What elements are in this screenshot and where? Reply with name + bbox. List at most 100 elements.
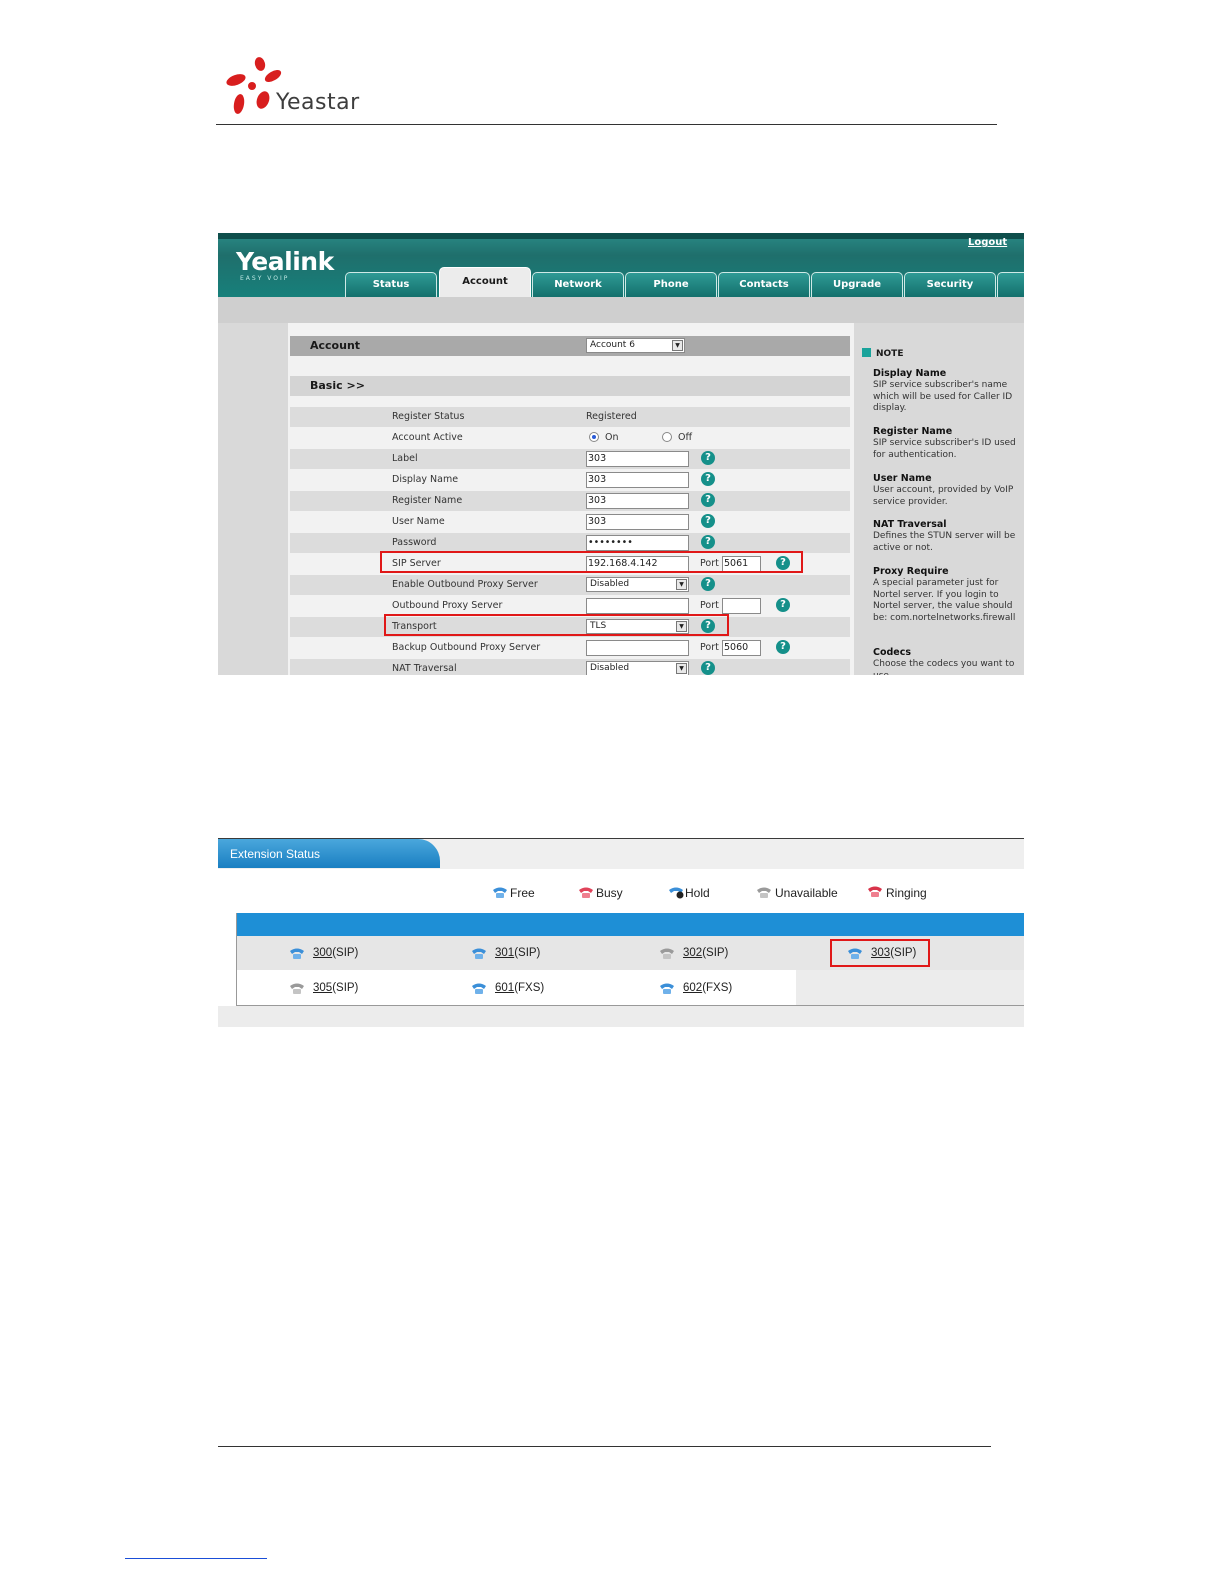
note-body-codecs: Choose the codecs you want to use. [873, 659, 1015, 675]
help-icon[interactable]: ? [701, 661, 715, 675]
note-title-codecs: Codecs [873, 647, 912, 658]
label-input[interactable]: 303 [586, 451, 689, 467]
account-label: Account [310, 339, 361, 352]
register-name-input[interactable]: 303 [586, 493, 689, 509]
note-title-display-name: Display Name [873, 368, 947, 379]
tab-upgrade[interactable]: Upgrade [811, 272, 903, 297]
outbound-proxy-input[interactable] [586, 598, 689, 614]
logout-link[interactable]: Logout [968, 237, 1007, 248]
tab-security[interactable]: Security [904, 272, 996, 297]
basic-section-bar[interactable]: Basic >> [290, 376, 850, 396]
account-active-off-label: Off [678, 432, 693, 443]
account-active-off-radio[interactable] [662, 432, 672, 442]
extension-305[interactable]: 305(SIP) [313, 982, 358, 994]
phone-free-icon [660, 983, 674, 994]
extension-number[interactable]: 301 [495, 947, 514, 959]
note-body-proxy-require: A special parameter just for Nortel serv… [873, 578, 1016, 623]
extension-status-screenshot: Extension Status Free Busy Hold Unavaila… [218, 838, 1024, 1027]
extension-301[interactable]: 301(SIP) [495, 947, 540, 959]
header-rule [216, 124, 997, 125]
backup-outbound-proxy-port-label: Port [700, 642, 719, 653]
subheader-band [218, 297, 1024, 323]
phone-busy-icon [579, 887, 593, 898]
backup-outbound-proxy-input[interactable] [586, 640, 689, 656]
extension-number[interactable]: 302 [683, 947, 702, 959]
row-nat-traversal: NAT Traversal Disabled ▼ ? [290, 659, 850, 675]
footer-rule [218, 1446, 991, 1447]
note-title-nat-traversal: NAT Traversal [873, 519, 947, 530]
extension-602[interactable]: 602(FXS) [683, 982, 732, 994]
tab-phone[interactable]: Phone [625, 272, 717, 297]
display-name-input[interactable]: 303 [586, 472, 689, 488]
row-outbound-proxy: Outbound Proxy Server Port ? [290, 596, 850, 616]
arrow-right-icon [862, 348, 871, 357]
outbound-proxy-label: Outbound Proxy Server [392, 600, 503, 611]
account-select[interactable]: Account 6 ▼ [586, 338, 685, 353]
help-icon[interactable]: ? [701, 451, 715, 465]
help-icon[interactable]: ? [776, 598, 790, 612]
extension-type: (FXS) [702, 982, 733, 994]
password-input[interactable]: •••••••• [586, 535, 689, 551]
help-icon[interactable]: ? [701, 493, 715, 507]
phone-free-icon [472, 948, 486, 959]
nat-traversal-select[interactable]: Disabled ▼ [586, 661, 689, 675]
outbound-proxy-port-input[interactable] [722, 598, 761, 614]
row-account-active: Account Active On Off [290, 428, 850, 448]
note-body-nat-traversal: Defines the STUN server will be active o… [873, 531, 1016, 553]
row-register-name: Register Name 303 ? [290, 491, 850, 511]
extension-302[interactable]: 302(SIP) [683, 947, 728, 959]
note-heading: NOTE [876, 349, 904, 359]
extension-number[interactable]: 601 [495, 982, 514, 994]
yealink-logo: Yealink [236, 247, 334, 276]
help-icon[interactable]: ? [701, 577, 715, 591]
tab-status[interactable]: Status [345, 272, 437, 297]
extension-type: (SIP) [514, 947, 541, 959]
enable-outbound-proxy-select[interactable]: Disabled ▼ [586, 577, 689, 592]
row-register-status: Register Status Registered [290, 407, 850, 427]
account-active-on-label: On [605, 432, 619, 443]
row-password: Password •••••••• ? [290, 533, 850, 553]
extension-type: (FXS) [514, 982, 545, 994]
row-display-name: Display Name 303 ? [290, 470, 850, 490]
extension-303-highlight [830, 939, 930, 967]
enable-outbound-proxy-label: Enable Outbound Proxy Server [392, 579, 538, 590]
extension-number[interactable]: 300 [313, 947, 332, 959]
extension-type: (SIP) [332, 947, 359, 959]
user-name-input[interactable]: 303 [586, 514, 689, 530]
outbound-proxy-port-label: Port [700, 600, 719, 611]
basic-section-label: Basic >> [310, 379, 365, 392]
extension-status-tab[interactable]: Extension Status [218, 839, 440, 868]
extension-number[interactable]: 602 [683, 982, 702, 994]
help-icon[interactable]: ? [776, 640, 790, 654]
tab-contacts[interactable]: Contacts [718, 272, 810, 297]
backup-outbound-proxy-port-input[interactable]: 5060 [722, 640, 761, 656]
help-icon[interactable]: ? [701, 535, 715, 549]
register-status-value: Registered [586, 411, 637, 422]
sip-server-highlight [380, 551, 803, 573]
phone-unavailable-icon [660, 948, 674, 959]
account-active-on-radio[interactable] [589, 432, 599, 442]
help-icon[interactable]: ? [701, 472, 715, 486]
legend-free: Free [510, 886, 535, 900]
help-icon[interactable]: ? [701, 514, 715, 528]
note-body-register-name: SIP service subscriber's ID used for aut… [873, 438, 1016, 460]
phone-unavailable-icon [290, 983, 304, 994]
table-header [237, 913, 1024, 936]
row-label: Label 303 ? [290, 449, 850, 469]
legend-busy: Busy [596, 886, 623, 900]
extension-300[interactable]: 300(SIP) [313, 947, 358, 959]
label-field-label: Label [392, 453, 418, 464]
footer-link-underline[interactable] [125, 1558, 267, 1559]
tab-account[interactable]: Account [439, 267, 531, 297]
extension-number[interactable]: 305 [313, 982, 332, 994]
extension-type: (SIP) [332, 982, 359, 994]
extension-601[interactable]: 601(FXS) [495, 982, 544, 994]
tab-network[interactable]: Network [532, 272, 624, 297]
tab-overflow[interactable] [997, 272, 1024, 297]
legend-ringing: Ringing [886, 886, 927, 900]
chevron-down-icon: ▼ [676, 663, 687, 674]
phone-hold-icon [669, 887, 684, 899]
row-user-name: User Name 303 ? [290, 512, 850, 532]
yealink-account-screenshot: Yealink EASY VOIP Logout Status Account … [218, 233, 1024, 675]
transport-highlight [384, 614, 729, 636]
